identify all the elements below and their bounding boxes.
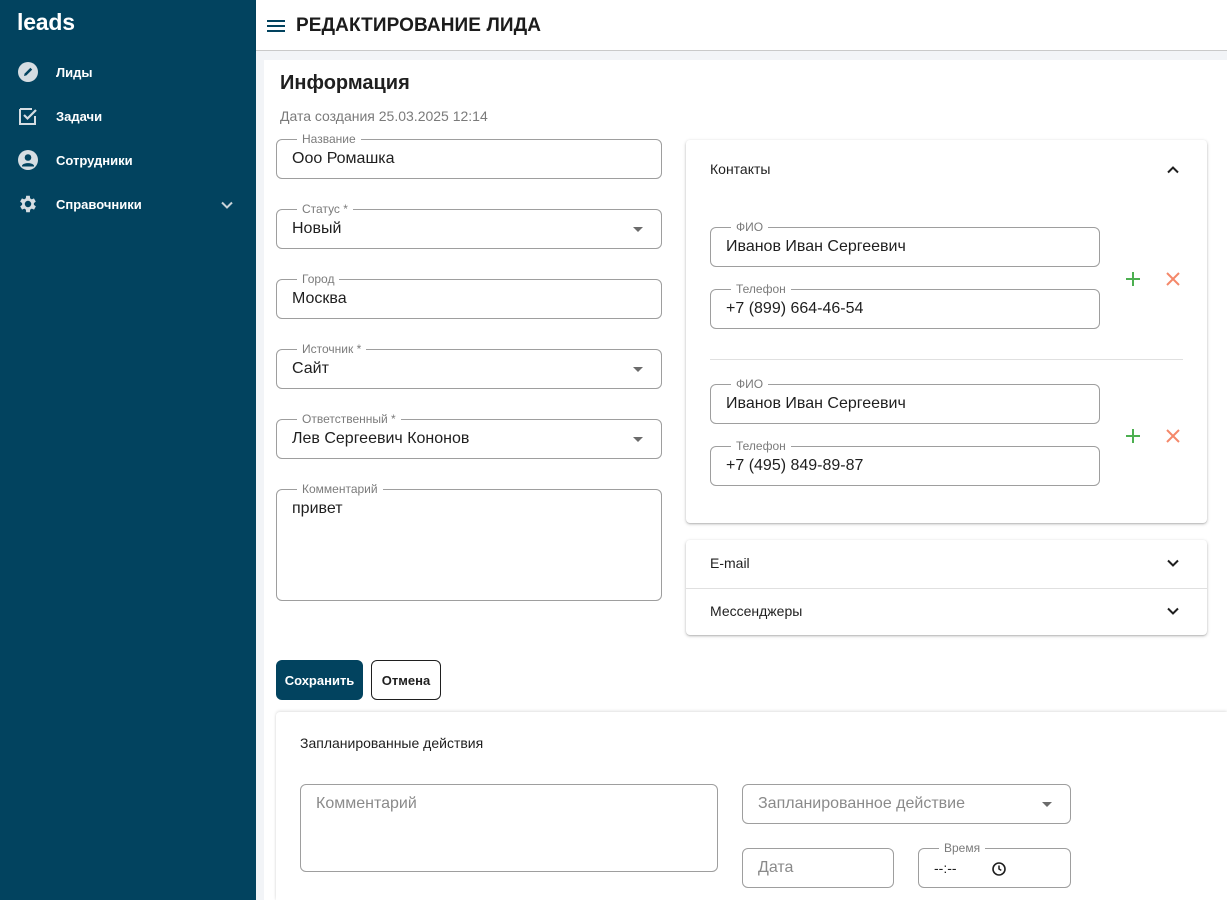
field-label: Название (297, 132, 361, 146)
remove-contact-icon[interactable] (1161, 267, 1185, 291)
field-label: Ответственный * (297, 412, 401, 426)
sidebar-item-leads[interactable]: Лиды (0, 50, 256, 94)
cancel-button[interactable]: Отмена (371, 660, 441, 700)
sidebar-item-employees[interactable]: Сотрудники (0, 138, 256, 182)
planned-actions-title: Запланированные действия (300, 735, 484, 751)
field-value[interactable]: +7 (495) 849-89-87 (726, 457, 863, 475)
name-field[interactable]: Название Ооо Ромашка (276, 132, 662, 179)
add-contact-icon[interactable] (1121, 267, 1145, 291)
caret-down-icon[interactable] (633, 227, 643, 232)
section-title: Информация (280, 72, 410, 94)
app-header: РЕДАКТИРОВАНИЕ ЛИДА (256, 0, 1227, 51)
field-label: Время (939, 841, 986, 855)
comment-textarea[interactable]: Комментарий привет (276, 482, 662, 601)
menu-icon[interactable] (266, 15, 288, 37)
gear-icon (17, 193, 39, 215)
contacts-title[interactable]: Контакты (710, 161, 770, 177)
field-label: Телефон (731, 282, 791, 296)
field-label: ФИО (731, 377, 769, 391)
status-select[interactable]: Статус * Новый (276, 202, 662, 249)
field-value: Сайт (292, 360, 329, 377)
pencil-circle-icon (17, 61, 39, 83)
chevron-down-icon[interactable] (216, 194, 238, 216)
sidebar-item-label: Лиды (56, 64, 93, 80)
clock-icon[interactable] (991, 861, 1007, 877)
field-value[interactable]: Москва (292, 290, 347, 308)
planned-comment-textarea[interactable]: Комментарий (300, 784, 718, 872)
field-value: Новый (292, 220, 342, 237)
caret-down-icon[interactable] (633, 437, 643, 442)
time-value[interactable]: --:-- (934, 860, 957, 876)
chevron-down-icon[interactable] (1163, 553, 1183, 573)
field-label: Комментарий (297, 482, 383, 496)
placeholder-text: Дата (758, 859, 794, 876)
field-value[interactable]: привет (292, 500, 343, 518)
field-label: Источник * (297, 342, 367, 356)
accordion-divider (686, 588, 1207, 589)
sidebar: leads Лиды Задачи Сотрудники Справочники (0, 0, 256, 900)
field-label: Телефон (731, 439, 791, 453)
field-value[interactable]: Иванов Иван Сергеевич (726, 395, 906, 413)
sidebar-item-label: Сотрудники (56, 152, 133, 168)
field-value[interactable]: Иванов Иван Сергеевич (726, 238, 906, 256)
email-title[interactable]: E-mail (710, 555, 750, 571)
placeholder-text: Комментарий (316, 795, 417, 812)
date-field[interactable]: Дата (742, 848, 894, 888)
field-value[interactable]: +7 (899) 664-46-54 (726, 300, 863, 318)
field-value: Лев Сергеевич Кононов (292, 430, 470, 447)
remove-contact-icon[interactable] (1161, 424, 1185, 448)
checkbox-icon (17, 105, 39, 127)
app-logo[interactable]: leads (17, 9, 75, 36)
add-contact-icon[interactable] (1121, 424, 1145, 448)
account-circle-icon (17, 149, 39, 171)
field-label: ФИО (731, 220, 769, 234)
contact-fio-field[interactable]: ФИО Иванов Иван Сергеевич (710, 377, 1100, 424)
sidebar-item-tasks[interactable]: Задачи (0, 94, 256, 138)
placeholder-text: Запланированное действие (758, 795, 965, 812)
chevron-down-icon[interactable] (1163, 601, 1183, 621)
responsible-select[interactable]: Ответственный * Лев Сергеевич Кононов (276, 412, 662, 459)
chevron-up-icon[interactable] (1163, 160, 1183, 180)
planned-action-select[interactable]: Запланированное действие (742, 784, 1071, 824)
source-select[interactable]: Источник * Сайт (276, 342, 662, 389)
sidebar-item-label: Задачи (56, 108, 103, 124)
sidebar-item-label: Справочники (56, 196, 142, 212)
caret-down-icon[interactable] (1042, 802, 1052, 807)
field-label: Город (297, 272, 340, 286)
page-title: РЕДАКТИРОВАНИЕ ЛИДА (296, 15, 542, 36)
messengers-title[interactable]: Мессенджеры (710, 603, 802, 619)
field-value[interactable]: Ооо Ромашка (292, 150, 395, 168)
created-date: Дата создания 25.03.2025 12:14 (280, 108, 488, 124)
contact-divider (710, 359, 1183, 360)
time-field[interactable]: Время --:-- (918, 841, 1071, 888)
save-button[interactable]: Сохранить (276, 660, 363, 700)
contact-fio-field[interactable]: ФИО Иванов Иван Сергеевич (710, 220, 1100, 267)
contact-phone-field[interactable]: Телефон +7 (899) 664-46-54 (710, 282, 1100, 329)
contact-phone-field[interactable]: Телефон +7 (495) 849-89-87 (710, 439, 1100, 486)
caret-down-icon[interactable] (633, 367, 643, 372)
sidebar-item-directories[interactable]: Справочники (0, 182, 256, 226)
city-field[interactable]: Город Москва (276, 272, 662, 319)
field-label: Статус * (297, 202, 353, 216)
